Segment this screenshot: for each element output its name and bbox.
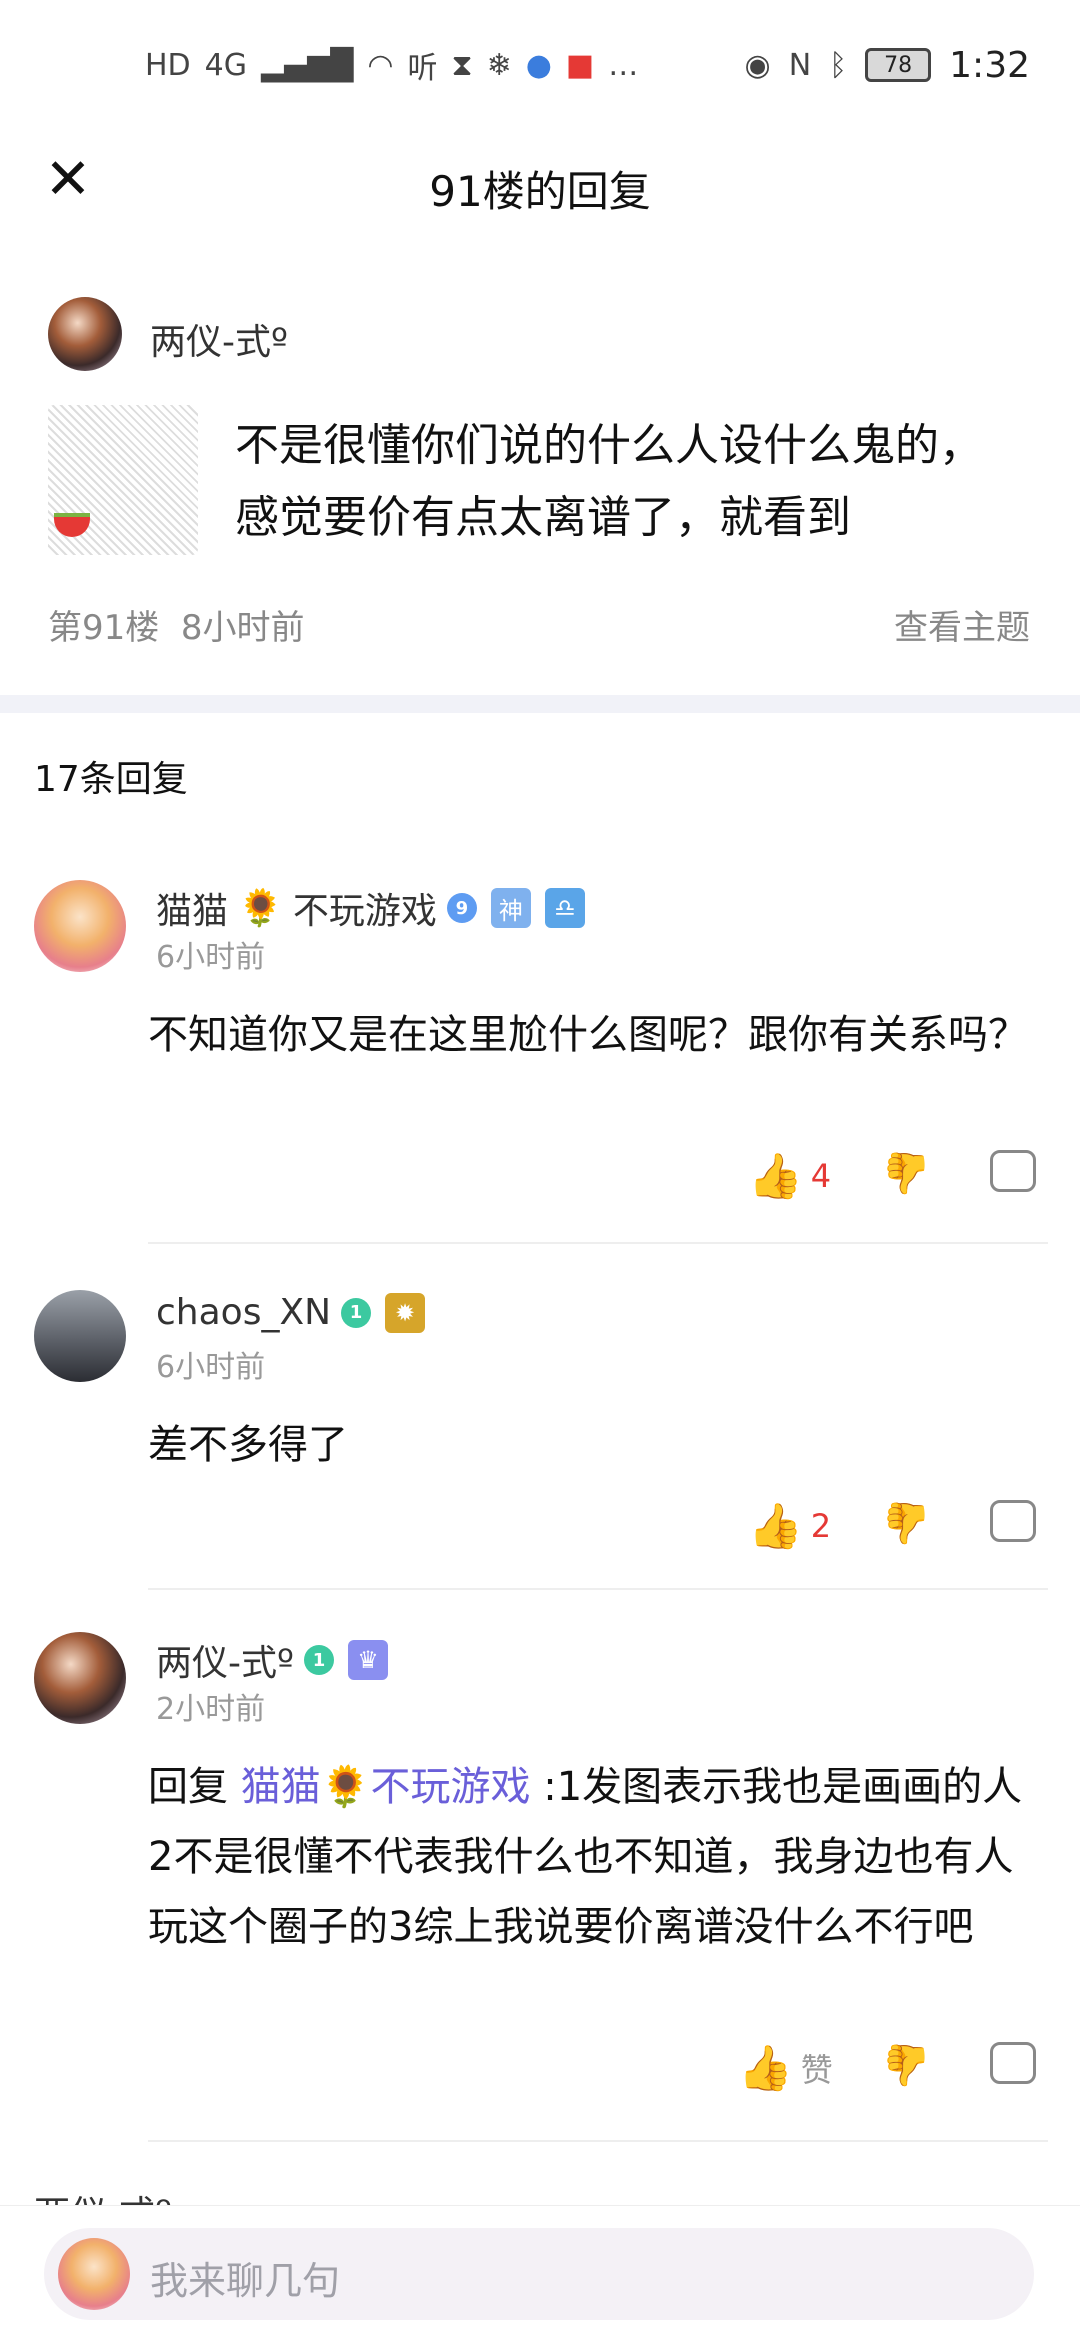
reply-time: 2小时前 (156, 1692, 266, 1727)
clock: 1:32 (949, 44, 1030, 86)
reply-text[interactable]: 差不多得了 (148, 1410, 1028, 1480)
post-image-thumbnail[interactable] (48, 405, 198, 555)
eye-icon: ◉ (744, 47, 771, 83)
comment-icon (990, 2042, 1036, 2084)
reply-time: 6小时前 (156, 1350, 266, 1385)
like-button[interactable]: 👍 赞 (738, 2042, 833, 2094)
network-4g-icon: 4G (204, 47, 248, 83)
page-title: 91楼的回复 (429, 167, 651, 216)
status-right-icons: ◉ N ᛒ 78 1:32 (745, 45, 1030, 86)
sunflower-emoji: 🌻 (238, 888, 283, 929)
thumbs-down-icon: 👍 (882, 1500, 932, 1546)
divider (148, 2140, 1048, 2142)
divider (148, 1588, 1048, 1590)
replies-count: 17条回复 (34, 759, 188, 800)
comment-icon (990, 1150, 1036, 1192)
crown-tag-icon: ♛ (347, 1640, 388, 1680)
libra-tag-icon: ♎ (544, 888, 585, 928)
post-username[interactable]: 两仪-式º (150, 313, 288, 365)
more-notifications-icon: … (608, 47, 639, 83)
reply-username[interactable]: 猫猫 🌻 不玩游戏 9 神 ♎ (156, 882, 585, 934)
signal-icon: ▂▄▆█ (261, 47, 354, 83)
reply-username[interactable]: 两仪-式º 1 ♛ (156, 1634, 388, 1686)
god-tag-icon: 神 (490, 888, 531, 928)
avatar[interactable] (34, 880, 126, 972)
thumbs-up-outline-icon: 👍 (738, 2043, 793, 2094)
post-meta: 第91楼 8小时前 (48, 600, 305, 649)
like-label: 赞 (800, 2051, 833, 2089)
dislike-button[interactable]: 👍 (882, 1150, 932, 1197)
sun-tag-icon: ✹ (385, 1292, 426, 1333)
level-badge: 1 (303, 1645, 334, 1675)
comment-icon (990, 1500, 1036, 1542)
reply-label: 回复 (148, 1764, 228, 1810)
hourglass-icon: ⧗ (451, 47, 473, 83)
thumbs-up-filled-icon: 👍 (748, 1501, 803, 1552)
status-bar: HD 4G ▂▄▆█ ◠ 听 ⧗ ❄ ● ■ … ◉ N ᛒ 78 1:32 (0, 0, 1080, 130)
avatar[interactable] (34, 1632, 126, 1724)
level-badge: 9 (446, 893, 477, 923)
avatar[interactable] (48, 297, 122, 371)
reply-text[interactable]: 回复 猫猫🌻不玩游戏 :1发图表示我也是画画的人2不是很懂不代表我什么也不知道，… (148, 1752, 1028, 1962)
divider (148, 1242, 1048, 1244)
reply-time: 6小时前 (156, 940, 266, 975)
like-button[interactable]: 👍 4 (748, 1150, 831, 1202)
avatar (58, 2238, 130, 2310)
reply-username[interactable]: chaos_XN 1 ✹ (156, 1292, 426, 1333)
reply-actions: 👍 2 👍 (0, 1500, 1080, 1560)
comment-button[interactable] (990, 2042, 1036, 2084)
thumbs-down-icon: 👍 (882, 1150, 932, 1196)
battery-indicator: 78 (865, 48, 932, 82)
nfc-icon: N (788, 47, 812, 83)
bluetooth-icon: ᛒ (829, 47, 848, 83)
watermelon-sketch (54, 513, 90, 537)
dislike-button[interactable]: 👍 (882, 1500, 932, 1547)
mention-link[interactable]: 猫猫🌻不玩游戏 (241, 1764, 531, 1810)
ting-app-icon: 听 (407, 51, 438, 86)
thumbs-up-filled-icon: 👍 (748, 1151, 803, 1202)
level-badge: 1 (341, 1297, 372, 1328)
view-topic-link[interactable]: 查看主题 (894, 600, 1030, 649)
bottom-input-bar: 我来聊几句 (0, 2205, 1080, 2341)
thumbs-down-icon: 👍 (882, 2042, 932, 2088)
floor-number: 第91楼 (48, 608, 160, 648)
input-placeholder: 我来聊几句 (150, 2259, 341, 2303)
post-text[interactable]: 不是很懂你们说的什么人设什么鬼的，感觉要价有点太离谱了，就看到 (235, 410, 1015, 554)
main-post: 两仪-式º 不是很懂你们说的什么人设什么鬼的，感觉要价有点太离谱了，就看到 第9… (0, 285, 1080, 675)
post-time: 8小时前 (180, 608, 305, 648)
dislike-button[interactable]: 👍 (882, 2042, 932, 2089)
like-button[interactable]: 👍 2 (748, 1500, 831, 1552)
wifi-icon: ◠ (367, 47, 394, 83)
like-count: 2 (810, 1507, 832, 1545)
globe-icon: ● (525, 47, 552, 83)
avatar[interactable] (34, 1290, 126, 1382)
status-left-icons: HD 4G ▂▄▆█ ◠ 听 ⧗ ❄ ● ■ … (145, 43, 638, 87)
reply-text[interactable]: 不知道你又是在这里尬什么图呢？跟你有关系吗？ (148, 1000, 1028, 1070)
reply-actions: 👍 4 👍 (0, 1150, 1080, 1210)
hd-icon: HD (145, 47, 191, 83)
comment-button[interactable] (990, 1150, 1036, 1192)
reply-actions: 👍 赞 👍 (0, 2042, 1080, 2102)
like-count: 4 (810, 1157, 832, 1195)
comment-input[interactable]: 我来聊几句 (44, 2228, 1034, 2320)
header: ✕ 91楼的回复 (0, 130, 1080, 240)
comment-button[interactable] (990, 1500, 1036, 1542)
section-separator (0, 695, 1080, 713)
book-icon: ■ (565, 47, 595, 83)
snowflake-icon: ❄ (486, 47, 512, 83)
